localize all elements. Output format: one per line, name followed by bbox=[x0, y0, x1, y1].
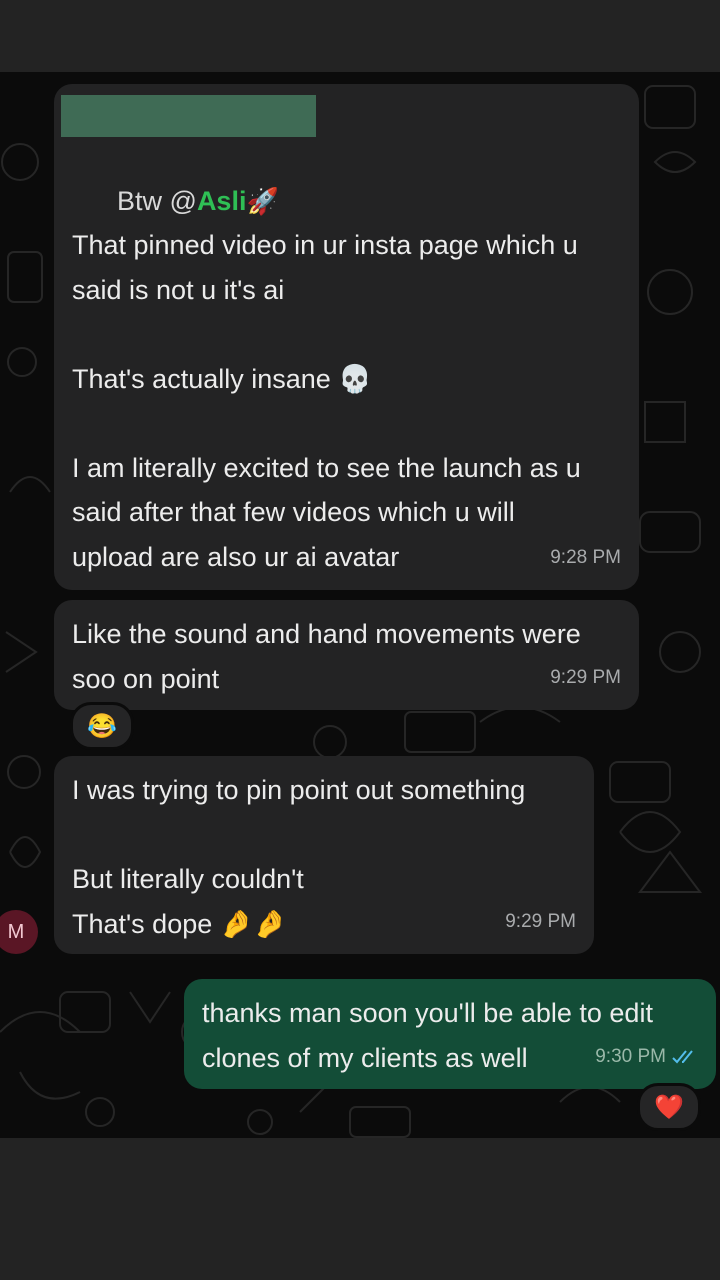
message-timestamp: 9:29 PM bbox=[505, 910, 576, 932]
message-line: said is not u it's ai bbox=[72, 274, 285, 305]
message-timestamp: 9:29 PM bbox=[550, 666, 621, 688]
message-line: said after that few videos which u will bbox=[72, 497, 515, 527]
rocket-icon: 🚀 bbox=[246, 185, 279, 216]
message-line: soo on point bbox=[72, 663, 220, 694]
top-bar bbox=[0, 0, 720, 72]
message-bubble-incoming[interactable]: Like the sound and hand movements were s… bbox=[54, 600, 639, 710]
message-line: That's dope 🤌🤌 bbox=[72, 908, 287, 939]
message-line bbox=[72, 312, 621, 357]
message-line: But literally couldn't bbox=[72, 864, 304, 894]
message-line: thanks man soon you'll be able to edit bbox=[202, 998, 653, 1028]
message-line: That pinned video in ur insta page which… bbox=[72, 230, 578, 260]
mention-line: Btw @Asli🚀 bbox=[72, 134, 621, 216]
bottom-bar bbox=[0, 1138, 720, 1280]
mention-prefix: Btw @ bbox=[117, 185, 197, 216]
reaction-laughing[interactable]: 😂 bbox=[70, 702, 134, 750]
message-bubble-incoming[interactable]: Btw @Asli🚀 That pinned video in ur insta… bbox=[54, 84, 639, 590]
message-time-text: 9:30 PM bbox=[595, 1045, 666, 1067]
message-line: Like the sound and hand movements were bbox=[72, 619, 581, 649]
reaction-heart[interactable]: ❤️ bbox=[637, 1083, 701, 1131]
message-bubble-outgoing[interactable]: thanks man soon you'll be able to edit c… bbox=[184, 979, 716, 1089]
message-line bbox=[72, 401, 621, 446]
message-line: upload are also ur ai avatar bbox=[72, 541, 400, 572]
redacted-sender-name bbox=[61, 95, 316, 137]
message-timestamp: 9:30 PM bbox=[595, 1035, 698, 1080]
chat-area[interactable]: Btw @Asli🚀 That pinned video in ur insta… bbox=[0, 72, 720, 1138]
mention-name[interactable]: Asli bbox=[197, 186, 247, 216]
message-line bbox=[72, 813, 576, 858]
message-line: That's actually insane 💀 bbox=[72, 363, 372, 394]
message-timestamp: 9:28 PM bbox=[550, 546, 621, 568]
double-check-icon bbox=[672, 1050, 693, 1064]
message-line: I was trying to pin point out something bbox=[72, 775, 526, 805]
message-bubble-incoming[interactable]: I was trying to pin point out something … bbox=[54, 756, 594, 954]
message-line: I am literally excited to see the launch… bbox=[72, 452, 581, 483]
